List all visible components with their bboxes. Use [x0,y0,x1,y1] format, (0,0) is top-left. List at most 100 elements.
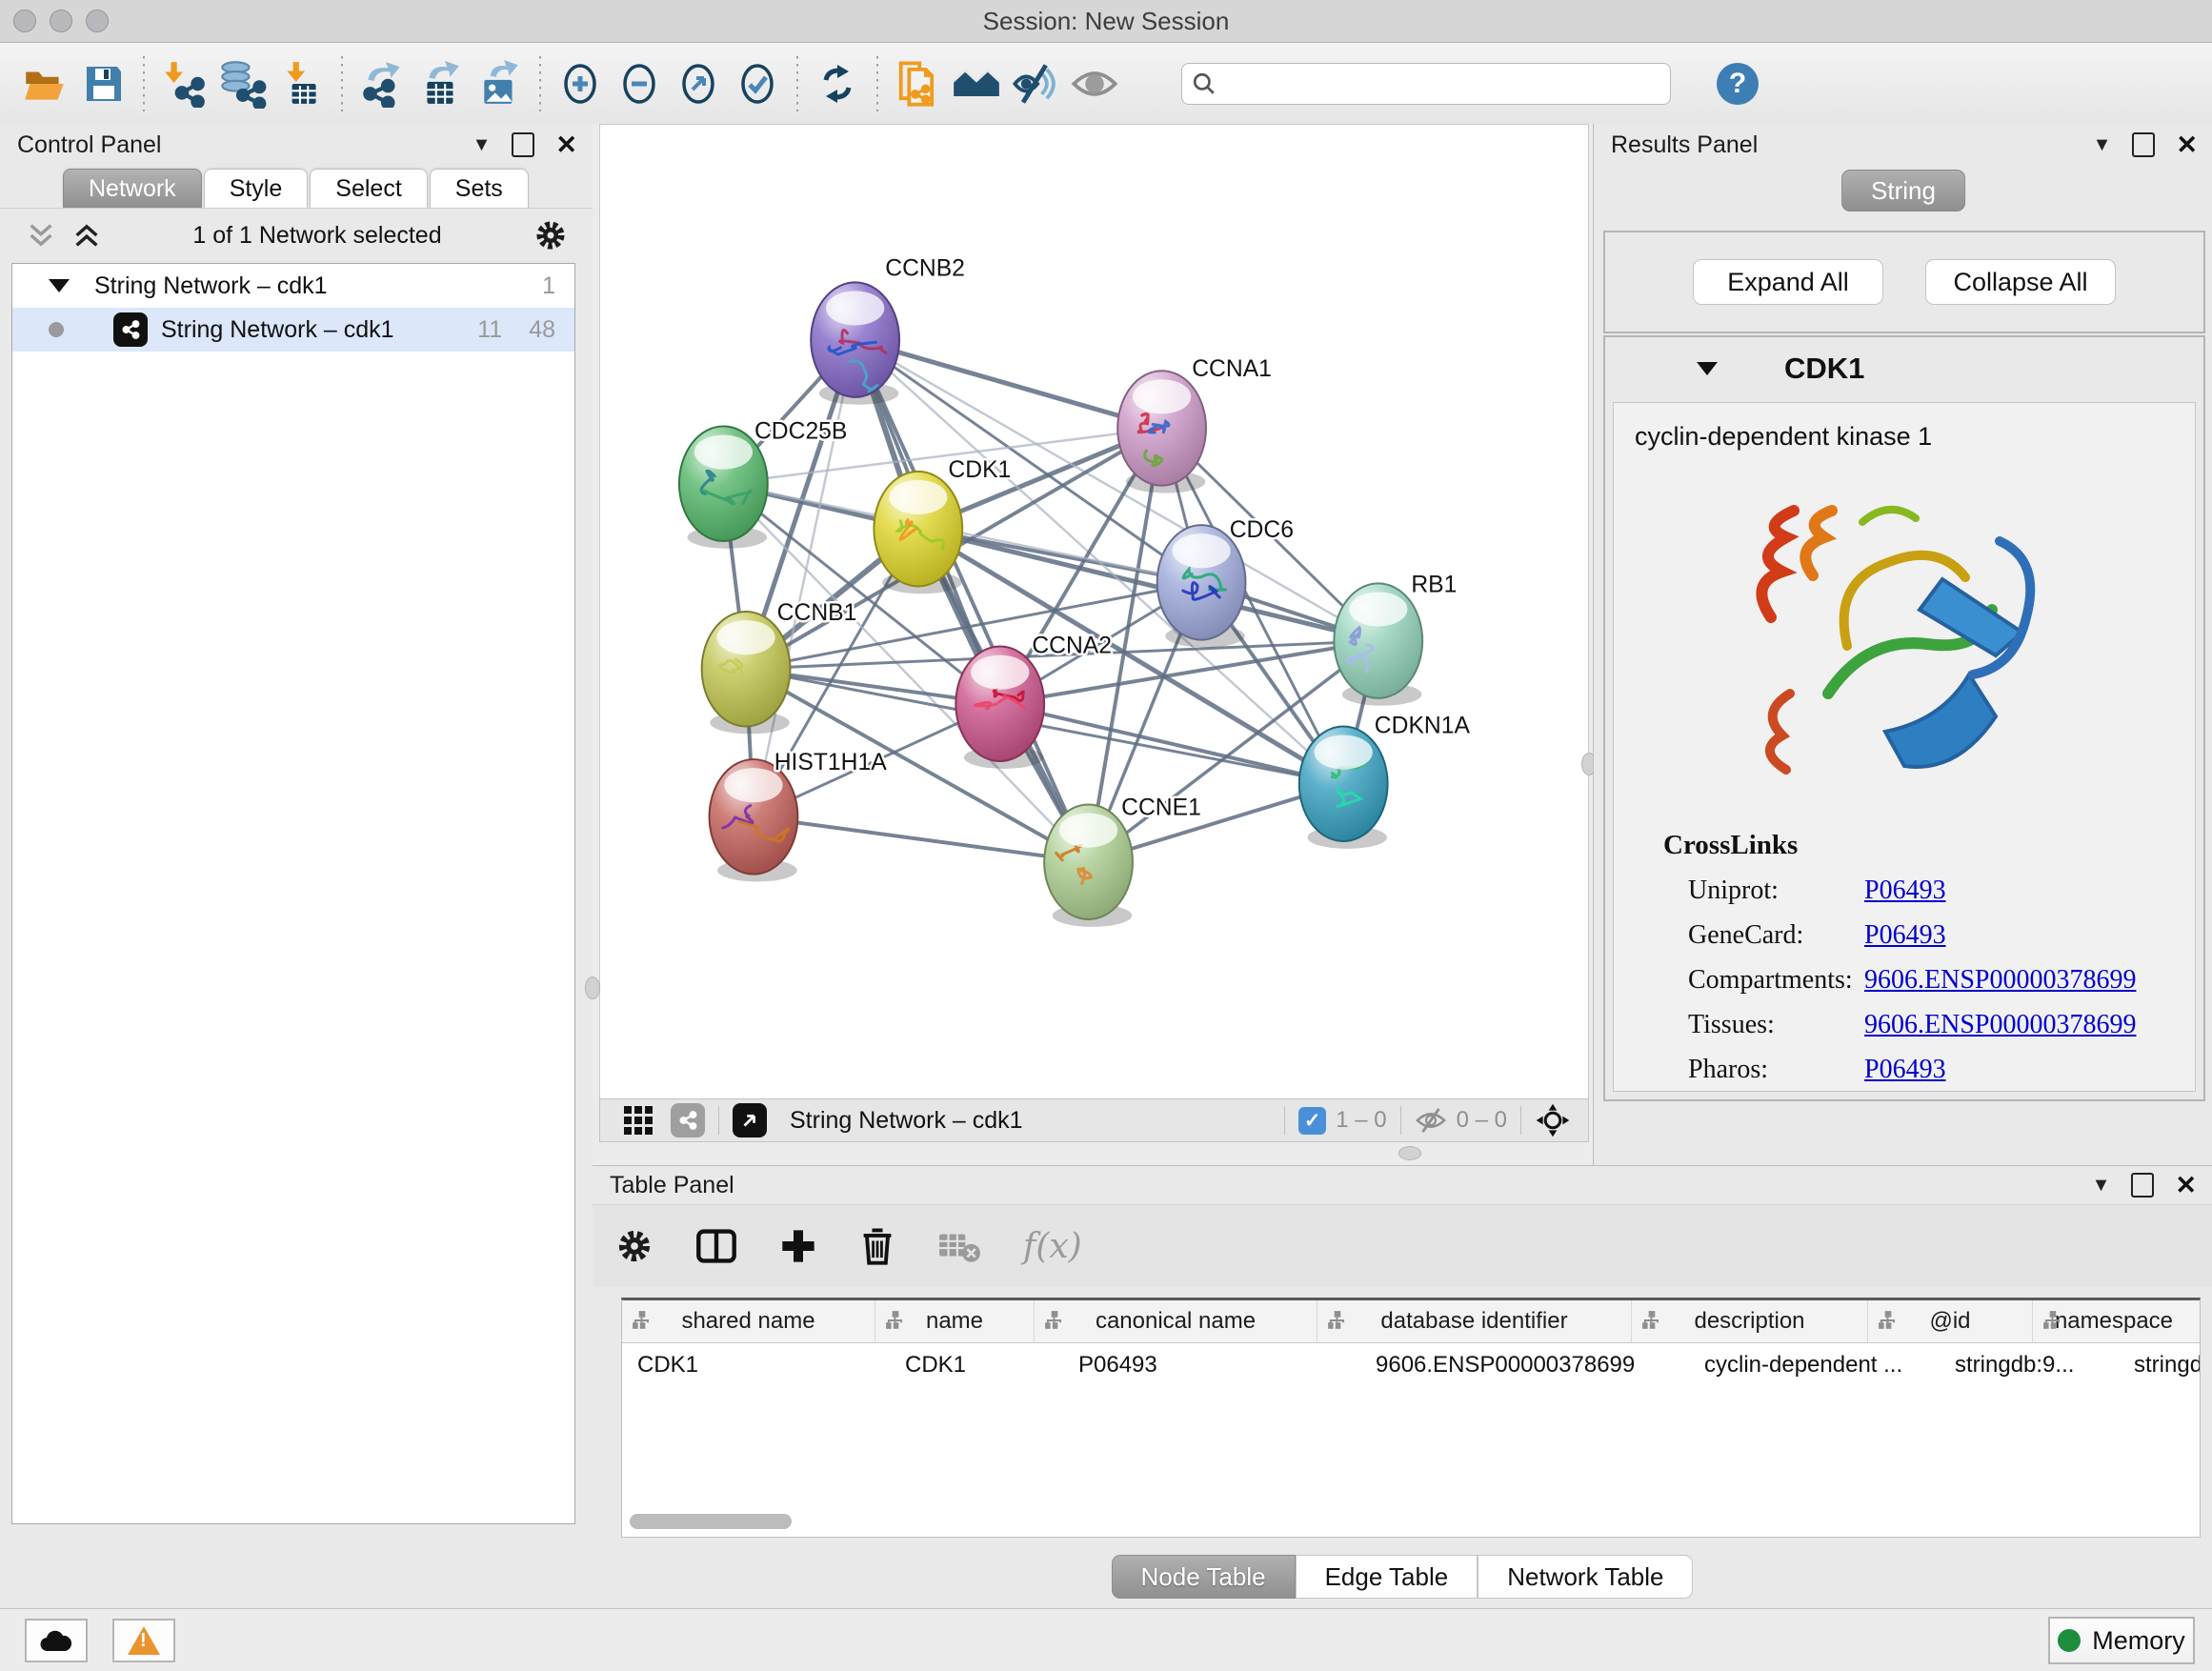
refresh-icon [814,61,860,107]
left-splitter-handle[interactable] [585,976,600,999]
expand-all-icon[interactable] [72,222,101,249]
zoom-in-button[interactable] [555,59,605,109]
cloud-services-button[interactable] [25,1619,88,1662]
help-button[interactable]: ? [1717,63,1759,105]
column-header-id[interactable]: @id [1868,1300,2033,1342]
network-node-ccnb1[interactable]: CCNB1 [702,600,857,735]
tab-node-table[interactable]: Node Table [1112,1555,1296,1599]
refresh-button[interactable] [813,59,862,109]
delete-column-icon[interactable] [859,1226,895,1266]
column-header-description[interactable]: description [1632,1300,1868,1342]
export-table-button[interactable] [416,59,466,109]
panel-close-icon[interactable]: ✕ [2175,1173,2197,1198]
panel-close-icon[interactable]: ✕ [555,132,577,158]
tab-style[interactable]: Style [204,169,309,208]
table-horizontal-scrollbar[interactable] [630,1514,2192,1529]
network-canvas[interactable]: CCNB2CCNA1CDC25BCDK1CDC6RB1CCNB1CCNA2CDK… [599,124,1589,1100]
crosslink-tissues[interactable]: 9606.ENSP00000378699 [1864,1010,2136,1040]
table-row[interactable]: CDK1 CDK1 P06493 9606.ENSP00000378699 cy… [622,1343,2200,1387]
column-header-shared-name[interactable]: shared name [622,1300,875,1342]
show-columns-icon[interactable] [695,1227,737,1265]
selected-nodes-checkbox[interactable]: ✓ [1298,1107,1326,1135]
network-node-hist1h1a[interactable]: HIST1H1A [710,750,888,882]
node-label-ccnb2: CCNB2 [885,255,965,281]
tab-sets[interactable]: Sets [430,169,529,208]
tab-edge-table[interactable]: Edge Table [1296,1555,1478,1599]
network-node-ccna2[interactable]: CCNA2 [955,633,1112,768]
crosslink-pharos[interactable]: P06493 [1864,1055,1946,1085]
zoom-out-button[interactable] [614,59,664,109]
expand-all-button[interactable]: Expand All [1693,259,1883,305]
string-view-icon[interactable] [671,1103,705,1137]
hidden-counts: 0 – 0 [1457,1107,1507,1134]
tab-network[interactable]: Network [63,169,202,208]
panel-menu-icon[interactable]: ▼ [2093,134,2112,156]
houses-icon [952,59,1001,109]
results-tab-string[interactable]: String [1841,170,1965,211]
network-row[interactable]: String Network – cdk1 11 48 [12,308,574,352]
warnings-button[interactable] [112,1619,175,1662]
result-node-description: cyclin-dependent kinase 1 [1635,422,2195,452]
network-collection-label: String Network – cdk1 [94,272,328,300]
export-image-button[interactable] [475,59,525,109]
crosslink-compartments[interactable]: 9606.ENSP00000378699 [1864,965,2136,996]
gear-icon[interactable] [533,218,568,252]
network-node-rb1[interactable]: RB1 [1334,572,1457,706]
node-label-cdc25b: CDC25B [754,418,847,444]
table-options-gear-icon[interactable] [615,1227,654,1265]
open-file-button[interactable] [20,59,70,109]
search-icon [1192,71,1217,96]
network-node-cdc25b[interactable]: CDC25B [679,418,847,549]
tab-network-table[interactable]: Network Table [1478,1555,1693,1599]
network-node-cdkn1a[interactable]: CDKN1A [1299,713,1471,848]
home-networks-button[interactable] [952,59,1001,109]
clone-network-button[interactable] [893,59,942,109]
show-all-graphics-button[interactable] [1070,59,1119,109]
zoom-selected-button[interactable] [733,59,782,109]
node-result-card: CDK1 cyclin-dependent kinase 1 [1603,335,2205,1101]
import-network-from-database-button[interactable] [218,59,268,109]
tree-expand-icon[interactable] [49,279,70,292]
grid-view-icon[interactable] [621,1103,655,1137]
panel-close-icon[interactable]: ✕ [2176,132,2198,158]
save-session-button[interactable] [79,59,129,109]
crosslink-uniprot[interactable]: P06493 [1864,876,1946,906]
memory-button[interactable]: Memory [2048,1617,2195,1664]
collapse-entry-icon[interactable] [1697,362,1718,375]
import-database-icon [218,59,268,109]
network-node-ccne1[interactable]: CCNE1 [1044,795,1201,927]
bottom-splitter-handle[interactable] [1398,1146,1421,1160]
column-header-name[interactable]: name [875,1300,1035,1342]
import-table-from-file-button[interactable] [277,59,327,109]
search-input[interactable] [1224,70,1660,98]
panel-float-icon[interactable] [512,132,534,157]
open-in-browser-icon[interactable] [733,1103,767,1137]
birds-eye-view-icon[interactable] [1535,1102,1571,1138]
crosslink-genecard[interactable]: P06493 [1864,920,1946,951]
memory-label: Memory [2092,1626,2185,1656]
edge-count: 48 [529,316,555,344]
table-header-row: shared name name canonical name database… [622,1300,2200,1343]
hidden-elements-icon[interactable] [1415,1106,1447,1135]
network-node-ccnb2[interactable]: CCNB2 [811,255,965,404]
column-header-database-identifier[interactable]: database identifier [1317,1300,1632,1342]
network-node-ccna1[interactable]: CCNA1 [1117,356,1272,493]
network-node-cdc6[interactable]: CDC6 [1157,517,1294,648]
export-network-button[interactable] [357,59,407,109]
import-network-from-file-button[interactable] [159,59,209,109]
add-column-icon[interactable] [779,1227,817,1265]
collapse-all-button[interactable]: Collapse All [1925,259,2116,305]
network-graph[interactable]: CCNB2CCNA1CDC25BCDK1CDC6RB1CCNB1CCNA2CDK… [600,125,1588,1099]
panel-float-icon[interactable] [2132,132,2155,157]
column-header-canonical-name[interactable]: canonical name [1035,1300,1317,1342]
network-collection-row[interactable]: String Network – cdk1 1 [12,264,574,308]
fit-content-button[interactable] [674,59,723,109]
tab-select[interactable]: Select [310,169,427,208]
panel-menu-icon[interactable]: ▼ [473,134,492,156]
collapse-all-icon[interactable] [27,222,55,249]
column-header-namespace[interactable]: namespace [2033,1300,2195,1342]
show-hide-graphics-button[interactable] [1011,59,1060,109]
panel-menu-icon[interactable]: ▼ [2092,1175,2111,1197]
panel-float-icon[interactable] [2131,1173,2154,1198]
scrollbar-thumb[interactable] [630,1514,792,1529]
